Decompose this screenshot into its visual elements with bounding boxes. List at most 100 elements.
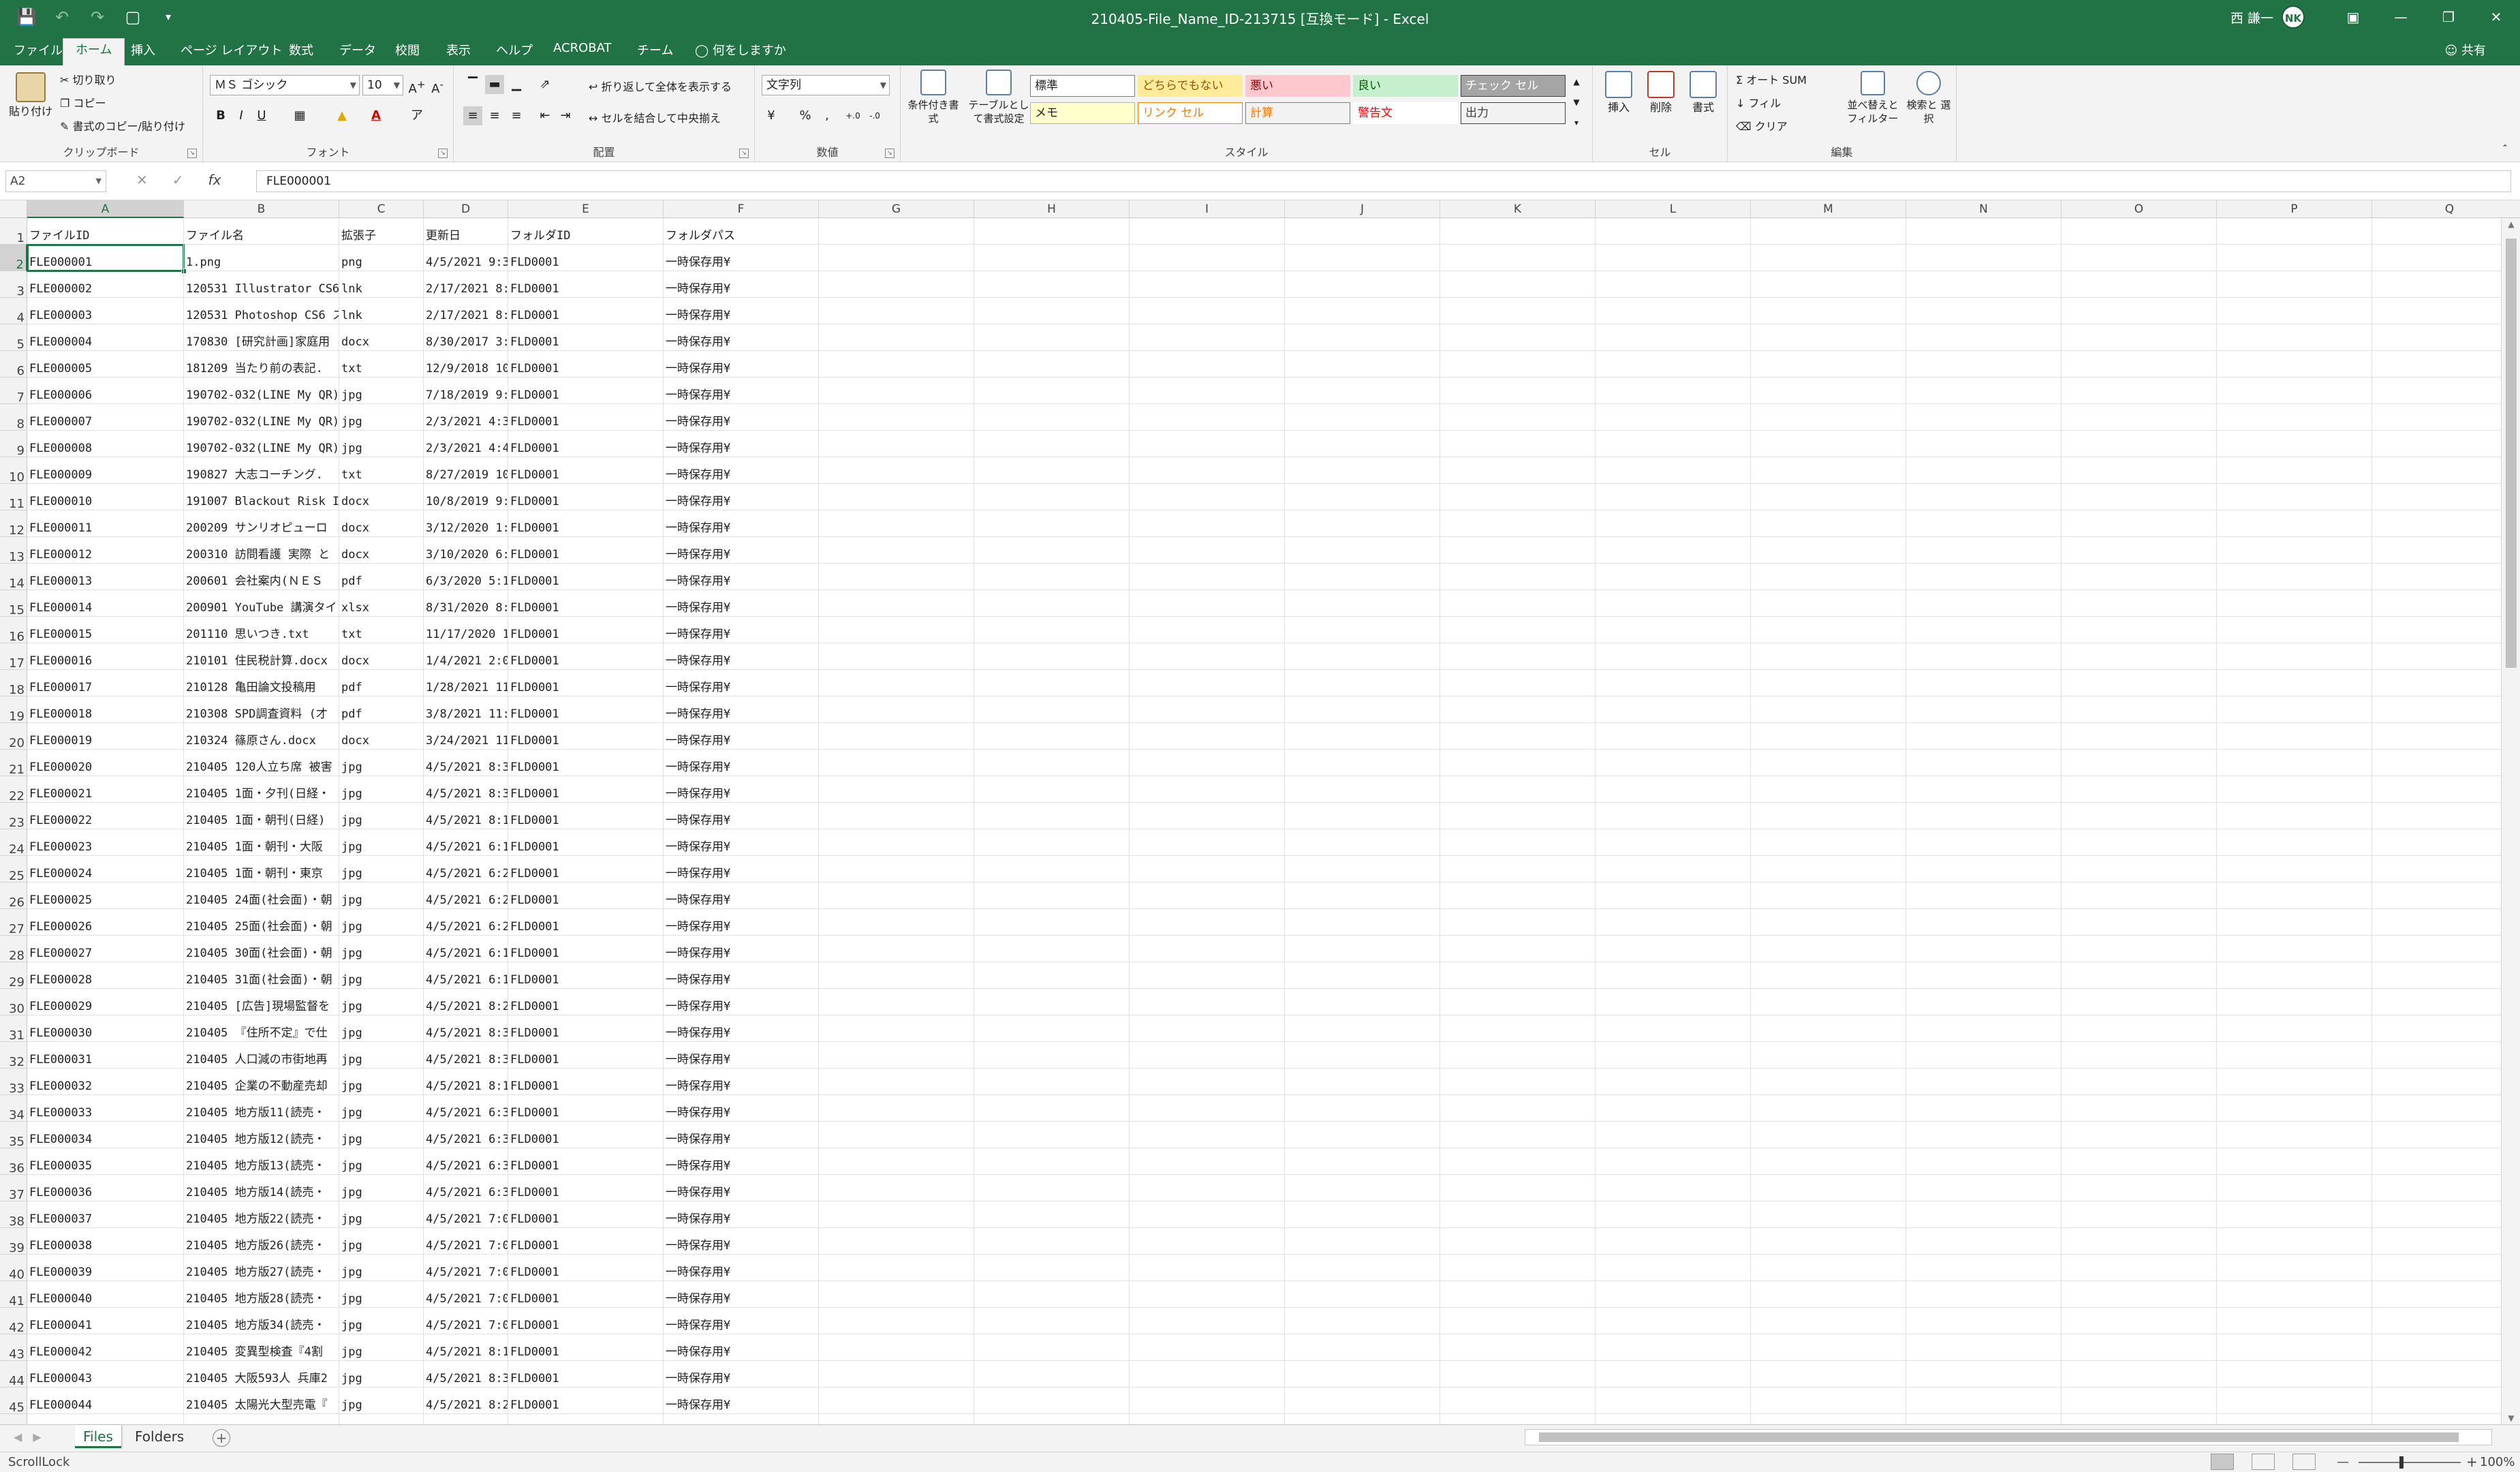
table-cell[interactable]: jpg	[339, 1122, 424, 1148]
phonetic-icon[interactable]: ア	[407, 106, 426, 125]
table-cell[interactable]: 一時保存用¥	[664, 1308, 819, 1334]
column-header[interactable]: I	[1130, 200, 1285, 218]
table-cell[interactable]: jpg	[339, 989, 424, 1015]
table-cell[interactable]: 3/10/2020 6:	[424, 537, 508, 564]
row-header[interactable]: 41	[0, 1281, 27, 1308]
table-cell[interactable]: 120531 Illustrator CS6	[184, 271, 339, 298]
table-cell[interactable]: 210405 31面(社会面)・朝	[184, 962, 339, 989]
table-cell[interactable]: 2/17/2021 8:	[424, 271, 508, 298]
gallery-down-icon[interactable]: ▼	[1567, 93, 1586, 112]
table-cell[interactable]: FLD0001	[508, 1069, 664, 1095]
avatar[interactable]: NK	[2282, 5, 2305, 29]
table-cell[interactable]: jpg	[339, 431, 424, 457]
table-cell[interactable]: 一時保存用¥	[664, 776, 819, 803]
header-cell[interactable]: 拡張子	[339, 218, 424, 245]
table-cell[interactable]: FLE000042	[27, 1334, 184, 1361]
table-cell[interactable]: 210405 企業の不動産売却	[184, 1069, 339, 1095]
column-header[interactable]: C	[339, 200, 424, 218]
table-cell[interactable]: FLE000043	[27, 1361, 184, 1387]
row-header[interactable]: 14	[0, 564, 27, 591]
table-cell[interactable]: docx	[339, 643, 424, 670]
italic-button[interactable]: I	[232, 106, 251, 125]
table-cell[interactable]: FLD0001	[508, 1308, 664, 1334]
row-header[interactable]: 12	[0, 510, 27, 538]
table-cell[interactable]: 7/18/2019 9:	[424, 378, 508, 404]
table-cell[interactable]: 210405 1面・朝刊(日経)	[184, 803, 339, 829]
table-cell[interactable]: 一時保存用¥	[664, 298, 819, 324]
table-cell[interactable]: 210405 25面(社会面)・朝	[184, 909, 339, 936]
table-cell[interactable]: lnk	[339, 271, 424, 298]
cell-style-item[interactable]: 出力	[1461, 102, 1566, 124]
table-cell[interactable]: FLE000024	[27, 856, 184, 883]
row-header[interactable]: 43	[0, 1334, 27, 1362]
table-cell[interactable]: 4/5/2021 8:2	[424, 989, 508, 1015]
table-cell[interactable]: 4/5/2021 8:2	[424, 1387, 508, 1414]
add-sheet-icon[interactable]: +	[213, 1429, 230, 1447]
table-cell[interactable]: 一時保存用¥	[664, 1122, 819, 1148]
table-cell[interactable]: FLD0001	[508, 1334, 664, 1361]
column-header[interactable]: B	[184, 200, 339, 218]
cancel-entry-icon[interactable]: ✕	[136, 172, 148, 188]
page-layout-view-icon[interactable]	[2252, 1454, 2275, 1470]
header-cell[interactable]: ファイル名	[184, 218, 339, 245]
table-cell[interactable]: 一時保存用¥	[664, 404, 819, 431]
table-cell[interactable]: jpg	[339, 1255, 424, 1281]
percent-button[interactable]: %	[796, 106, 815, 125]
row-header[interactable]: 44	[0, 1361, 27, 1388]
table-cell[interactable]: FLD0001	[508, 245, 664, 271]
table-cell[interactable]: FLD0001	[508, 829, 664, 856]
table-cell[interactable]: jpg	[339, 1069, 424, 1095]
row-header[interactable]: 42	[0, 1308, 27, 1335]
row-header[interactable]: 11	[0, 484, 27, 511]
table-cell[interactable]: 190702-032(LINE My QR)	[184, 431, 339, 457]
table-cell[interactable]: FLD0001	[508, 696, 664, 723]
table-cell[interactable]: FLE000006	[27, 378, 184, 404]
table-cell[interactable]: FLE000037	[27, 1201, 184, 1228]
table-cell[interactable]: 10/8/2019 9:	[424, 484, 508, 510]
table-cell[interactable]: 200209 サンリオピューロ	[184, 510, 339, 537]
vertical-scroll-thumb[interactable]	[2506, 239, 2517, 668]
underline-button[interactable]: U	[252, 106, 271, 125]
table-cell[interactable]: FLE000044	[27, 1387, 184, 1414]
horizontal-scroll-thumb[interactable]	[1539, 1432, 2459, 1442]
table-cell[interactable]: FLE000023	[27, 829, 184, 856]
table-cell[interactable]: FLE000018	[27, 696, 184, 723]
font-size-select[interactable]: 10 ▼	[362, 75, 403, 95]
table-cell[interactable]: FLD0001	[508, 484, 664, 510]
table-cell[interactable]: 191007 Blackout Risk Ir	[184, 484, 339, 510]
table-cell[interactable]: docx	[339, 510, 424, 537]
row-header[interactable]: 21	[0, 750, 27, 777]
table-cell[interactable]: 一時保存用¥	[664, 617, 819, 643]
cell-style-item[interactable]: 警告文	[1353, 102, 1458, 124]
table-cell[interactable]: FLE000004	[27, 324, 184, 351]
table-cell[interactable]: FLD0001	[508, 324, 664, 351]
align-middle-icon[interactable]: ▬	[485, 75, 504, 94]
cell-style-item[interactable]: メモ	[1030, 102, 1135, 124]
table-cell[interactable]: FLD0001	[508, 1122, 664, 1148]
minimize-icon[interactable]: —	[2377, 0, 2425, 34]
table-cell[interactable]: 一時保存用¥	[664, 324, 819, 351]
table-cell[interactable]: FLE000009	[27, 457, 184, 484]
table-cell[interactable]: FLE000028	[27, 962, 184, 989]
table-cell[interactable]: 4/5/2021 7:0	[424, 1281, 508, 1308]
table-cell[interactable]: FLE000005	[27, 351, 184, 378]
table-cell[interactable]: pdf	[339, 670, 424, 696]
table-cell[interactable]: 4/5/2021 9:3	[424, 245, 508, 271]
table-cell[interactable]: FLE000013	[27, 564, 184, 590]
table-cell[interactable]: FLD0001	[508, 643, 664, 670]
vertical-scrollbar[interactable]: ▲ ▼	[2501, 218, 2520, 1424]
table-cell[interactable]: xlsx	[339, 590, 424, 617]
table-cell[interactable]: 一時保存用¥	[664, 1281, 819, 1308]
table-cell[interactable]: 4/5/2021 7:0	[424, 1308, 508, 1334]
table-cell[interactable]: txt	[339, 617, 424, 643]
table-cell[interactable]: 4/5/2021 8:1	[424, 1069, 508, 1095]
sheet-nav-icons[interactable]: ◀▶	[14, 1430, 52, 1443]
table-cell[interactable]: FLD0001	[508, 803, 664, 829]
table-cell[interactable]: 一時保存用¥	[664, 829, 819, 856]
table-cell[interactable]: FLE000025	[27, 883, 184, 909]
table-cell[interactable]: 210405 地方版26(読売・	[184, 1228, 339, 1255]
table-cell[interactable]: 210405 『住所不定』で仕	[184, 1015, 339, 1042]
table-cell[interactable]: jpg	[339, 803, 424, 829]
table-cell[interactable]: FLD0001	[508, 1228, 664, 1255]
table-cell[interactable]: 4/5/2021 6:2	[424, 909, 508, 936]
